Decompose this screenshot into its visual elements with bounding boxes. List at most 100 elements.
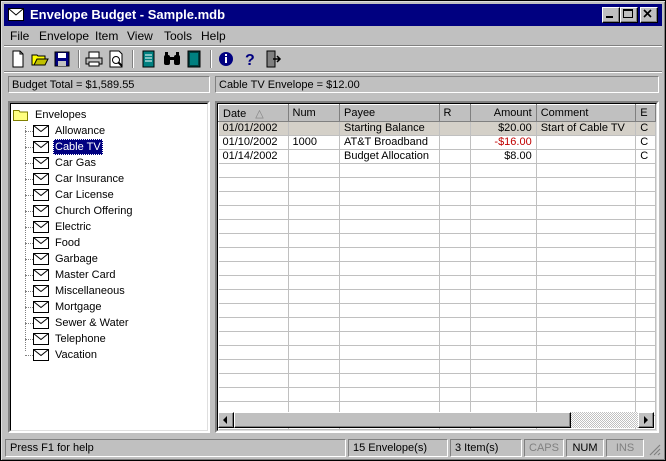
table-cell-date[interactable]	[218, 331, 289, 346]
table-cell-r[interactable]	[439, 289, 472, 304]
ledger-icon[interactable]	[138, 49, 158, 69]
column-header[interactable]: R	[438, 104, 472, 122]
table-cell-num[interactable]	[288, 289, 340, 304]
table-cell-e[interactable]	[635, 219, 656, 234]
table-cell-comment[interactable]	[536, 261, 637, 276]
table-cell-e[interactable]: C	[635, 121, 656, 136]
table-cell-comment[interactable]	[536, 373, 637, 388]
table-cell-r[interactable]	[439, 331, 472, 346]
table-cell-amount[interactable]	[470, 163, 537, 178]
table-cell-num[interactable]	[288, 331, 340, 346]
table-cell-r[interactable]	[439, 191, 472, 206]
table-cell-num[interactable]	[288, 317, 340, 332]
table-cell-date[interactable]: 01/01/2002	[218, 121, 289, 136]
table-cell-payee[interactable]	[339, 247, 440, 262]
table-cell-comment[interactable]	[536, 359, 637, 374]
exit-icon[interactable]	[262, 49, 282, 69]
table-cell-amount[interactable]	[470, 387, 537, 402]
table-cell-amount[interactable]	[470, 191, 537, 206]
scroll-thumb[interactable]	[234, 412, 571, 428]
table-cell-comment[interactable]	[536, 303, 637, 318]
table-cell-payee[interactable]	[339, 261, 440, 276]
table-cell-date[interactable]	[218, 205, 289, 220]
table-cell-amount[interactable]	[470, 373, 537, 388]
column-header[interactable]: Amount	[470, 104, 537, 122]
table-cell-amount[interactable]	[470, 219, 537, 234]
table-cell-comment[interactable]	[536, 275, 637, 290]
table-cell-num[interactable]	[288, 275, 340, 290]
table-row[interactable]	[218, 317, 656, 332]
table-cell-comment[interactable]	[536, 247, 637, 262]
table-cell-payee[interactable]	[339, 163, 440, 178]
column-header[interactable]: E	[635, 104, 656, 122]
table-cell-amount[interactable]	[470, 303, 537, 318]
table-row[interactable]	[218, 205, 656, 220]
table-cell-date[interactable]	[218, 163, 289, 178]
table-cell-e[interactable]	[635, 191, 656, 206]
table-cell-comment[interactable]	[536, 233, 637, 248]
table-cell-num[interactable]	[288, 191, 340, 206]
table-cell-amount[interactable]	[470, 317, 537, 332]
resize-grip-icon[interactable]	[649, 444, 661, 456]
table-row[interactable]	[218, 247, 656, 262]
table-cell-r[interactable]	[439, 149, 472, 164]
table-cell-payee[interactable]	[339, 205, 440, 220]
table-cell-amount[interactable]	[470, 289, 537, 304]
table-cell-amount[interactable]	[470, 233, 537, 248]
table-cell-r[interactable]	[439, 163, 472, 178]
table-cell-e[interactable]	[635, 289, 656, 304]
maximize-button[interactable]	[620, 7, 638, 23]
table-cell-comment[interactable]	[536, 317, 637, 332]
table-cell-r[interactable]	[439, 219, 472, 234]
table-cell-e[interactable]	[635, 317, 656, 332]
save-icon[interactable]	[52, 49, 72, 69]
table-cell-payee[interactable]	[339, 275, 440, 290]
table-cell-amount[interactable]	[470, 359, 537, 374]
table-cell-r[interactable]	[439, 121, 472, 136]
table-cell-comment[interactable]: Start of Cable TV	[536, 121, 637, 136]
scroll-right-button[interactable]	[638, 412, 654, 428]
table-cell-comment[interactable]	[536, 387, 637, 402]
table-row[interactable]	[218, 191, 656, 206]
table-row[interactable]	[218, 219, 656, 234]
table-cell-date[interactable]	[218, 219, 289, 234]
table-cell-e[interactable]	[635, 205, 656, 220]
table-cell-num[interactable]	[288, 373, 340, 388]
table-cell-amount[interactable]	[470, 177, 537, 192]
table-cell-date[interactable]	[218, 233, 289, 248]
transactions-grid[interactable]: Date △ Num Payee R Amount Comment E 01/01/2002…	[215, 101, 659, 433]
table-cell-payee[interactable]	[339, 233, 440, 248]
table-cell-date[interactable]	[218, 345, 289, 360]
table-cell-payee[interactable]	[339, 331, 440, 346]
column-header[interactable]: Num	[287, 104, 340, 122]
table-cell-comment[interactable]	[536, 345, 637, 360]
table-cell-e[interactable]	[635, 359, 656, 374]
table-cell-comment[interactable]	[536, 177, 637, 192]
table-cell-amount[interactable]	[470, 205, 537, 220]
table-cell-e[interactable]	[635, 303, 656, 318]
table-cell-r[interactable]	[439, 247, 472, 262]
table-cell-r[interactable]	[439, 135, 472, 150]
print-icon[interactable]	[84, 49, 104, 69]
table-row[interactable]	[218, 163, 656, 178]
table-cell-e[interactable]	[635, 247, 656, 262]
table-row[interactable]	[218, 331, 656, 346]
menu-envelope[interactable]: Envelope	[39, 29, 89, 43]
minimize-button[interactable]	[602, 7, 620, 23]
table-cell-date[interactable]	[218, 275, 289, 290]
table-cell-comment[interactable]	[536, 331, 637, 346]
table-cell-r[interactable]	[439, 317, 472, 332]
horizontal-scrollbar[interactable]	[218, 412, 654, 428]
table-cell-amount[interactable]: $8.00	[470, 149, 537, 164]
table-cell-r[interactable]	[439, 373, 472, 388]
table-cell-payee[interactable]: Budget Allocation	[339, 149, 440, 164]
table-cell-e[interactable]	[635, 275, 656, 290]
table-row[interactable]	[218, 359, 656, 374]
table-cell-payee[interactable]	[339, 373, 440, 388]
table-cell-num[interactable]	[288, 359, 340, 374]
table-cell-payee[interactable]	[339, 219, 440, 234]
table-cell-date[interactable]	[218, 303, 289, 318]
table-cell-comment[interactable]	[536, 219, 637, 234]
table-cell-date[interactable]	[218, 373, 289, 388]
table-row[interactable]	[218, 289, 656, 304]
